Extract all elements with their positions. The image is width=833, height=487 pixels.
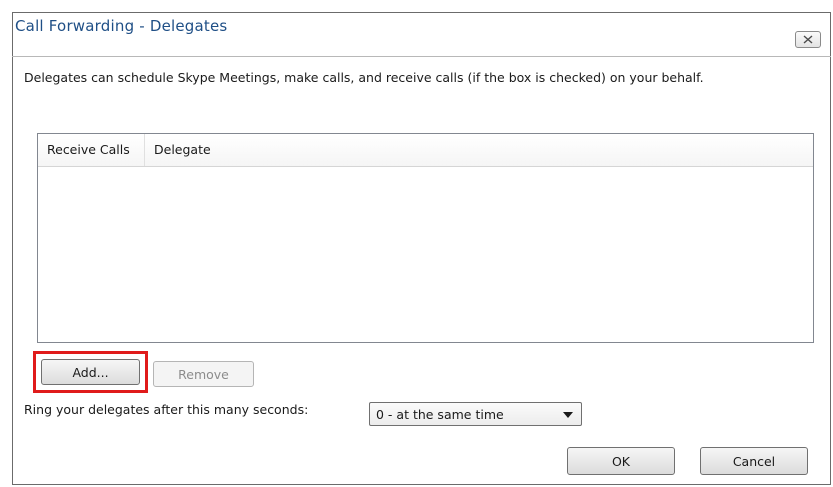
dropdown-arrow-icon [563, 412, 573, 418]
column-header-delegate[interactable]: Delegate [146, 134, 546, 166]
close-button[interactable] [795, 31, 821, 48]
remove-button[interactable]: Remove [153, 361, 254, 387]
ring-delay-label: Ring your delegates after this many seco… [24, 402, 309, 417]
column-header-receive-calls[interactable]: Receive Calls [38, 134, 145, 166]
title-divider [12, 56, 831, 57]
ring-delay-dropdown[interactable]: 0 - at the same time [369, 402, 582, 426]
delegates-list[interactable]: Receive Calls Delegate [37, 133, 814, 343]
close-icon [803, 35, 813, 44]
dialog-title: Call Forwarding - Delegates [15, 17, 228, 35]
ok-button[interactable]: OK [567, 447, 675, 475]
delegates-description: Delegates can schedule Skype Meetings, m… [24, 70, 704, 85]
ring-delay-value: 0 - at the same time [376, 407, 504, 422]
highlight-box [33, 351, 148, 393]
cancel-button[interactable]: Cancel [700, 447, 808, 475]
delegates-list-header: Receive Calls Delegate [38, 134, 813, 167]
